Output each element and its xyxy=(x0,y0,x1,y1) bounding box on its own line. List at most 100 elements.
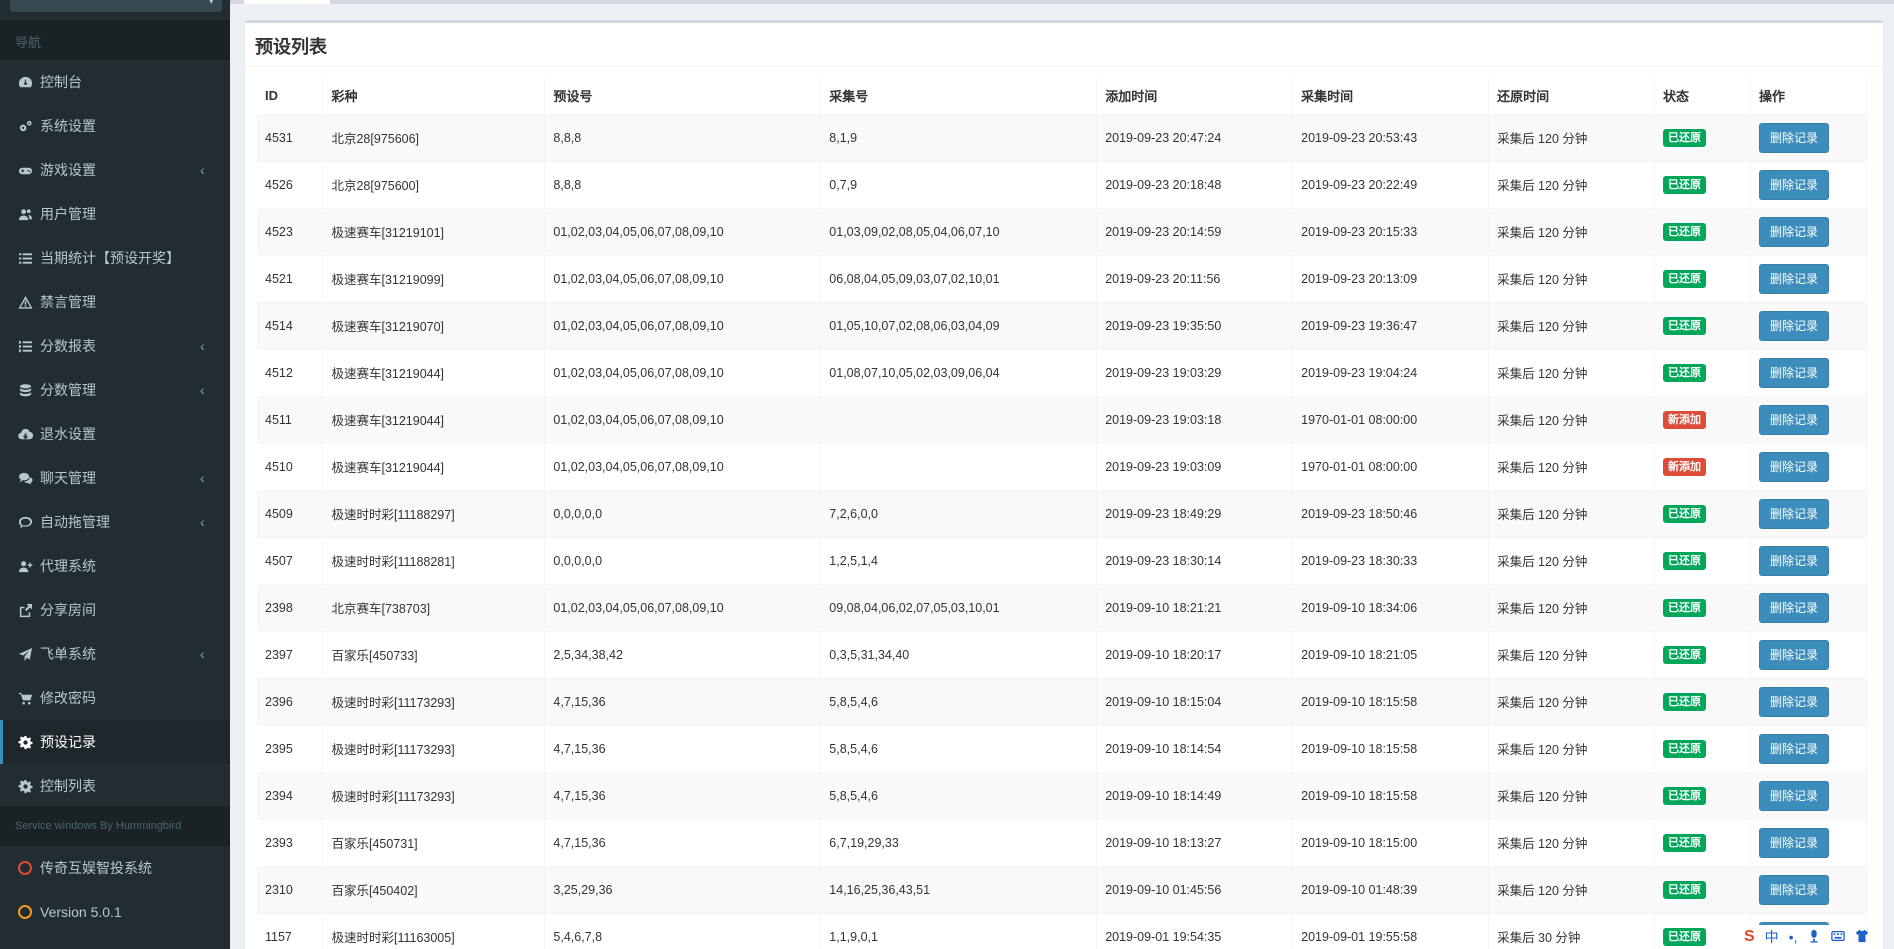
cell-added-time: 2019-09-23 18:30:14 xyxy=(1096,536,1294,584)
cell-restore-time: 采集后 120 分钟 xyxy=(1488,395,1656,443)
ime-lang-toggle[interactable]: 中 xyxy=(1765,927,1779,947)
status-badge: 已还原 xyxy=(1663,880,1707,899)
sidebar-item[interactable]: 聊天管理 ‹ xyxy=(0,456,230,500)
cell-id: 2396 xyxy=(257,677,324,725)
cell-restore-time: 采集后 120 分钟 xyxy=(1488,489,1656,537)
cell-collected: 5,8,5,4,6 xyxy=(820,724,1098,772)
chevron-left-icon: ‹ xyxy=(200,470,205,486)
delete-record-button[interactable]: 删除记录 xyxy=(1758,216,1829,247)
cell-collected: 0,7,9 xyxy=(820,160,1098,208)
delete-record-button[interactable]: 删除记录 xyxy=(1758,545,1829,576)
delete-record-button[interactable]: 删除记录 xyxy=(1758,310,1829,341)
delete-record-button[interactable]: 删除记录 xyxy=(1758,498,1829,529)
status-badge: 已还原 xyxy=(1663,222,1707,241)
comment-icon xyxy=(18,515,40,530)
sidebar-item-label: 修改密码 xyxy=(40,690,96,706)
cell-status: 新添加 xyxy=(1654,395,1751,443)
sidebar-item[interactable]: 禁言管理 xyxy=(0,280,230,324)
cell-status: 已还原 xyxy=(1654,724,1751,772)
cell-status: 已还原 xyxy=(1654,583,1751,631)
chevron-down-icon[interactable]: ▾ xyxy=(208,0,214,7)
keyboard-icon[interactable] xyxy=(1831,929,1846,946)
cell-id: 1157 xyxy=(257,912,324,949)
cell-added-time: 2019-09-10 18:15:04 xyxy=(1096,677,1294,725)
sidebar-item[interactable]: 系统设置 xyxy=(0,104,230,148)
cell-id: 4526 xyxy=(257,160,324,208)
circle-icon xyxy=(18,905,40,919)
delete-record-button[interactable]: 删除记录 xyxy=(1758,780,1829,811)
warning-icon xyxy=(18,295,40,310)
cell-added-time: 2019-09-23 20:11:56 xyxy=(1096,254,1294,302)
cell-preset: 0,0,0,0,0 xyxy=(544,489,822,537)
sidebar-item-label: 游戏设置 xyxy=(40,162,96,178)
sidebar-item[interactable]: 分数报表 ‹ xyxy=(0,324,230,368)
cell-action: 删除记录 xyxy=(1750,536,1868,584)
sidebar-item[interactable]: 分数管理 ‹ xyxy=(0,368,230,412)
delete-record-button[interactable]: 删除记录 xyxy=(1758,404,1829,435)
delete-record-button[interactable]: 删除记录 xyxy=(1758,733,1829,764)
delete-record-button[interactable]: 删除记录 xyxy=(1758,263,1829,294)
sidebar-item[interactable]: 用户管理 xyxy=(0,192,230,236)
cell-status: 已还原 xyxy=(1654,536,1751,584)
cell-action: 删除记录 xyxy=(1750,583,1868,631)
cell-preset: 2,5,34,38,42 xyxy=(544,630,822,678)
cell-restore-time: 采集后 30 分钟 xyxy=(1488,912,1656,949)
sidebar-service-header: Service windows By Hummingbird xyxy=(0,806,230,846)
cell-restore-time: 采集后 120 分钟 xyxy=(1488,865,1656,913)
cell-collect-time: 2019-09-23 20:13:09 xyxy=(1292,254,1490,302)
cell-id: 4523 xyxy=(257,207,324,255)
delete-record-button[interactable]: 删除记录 xyxy=(1758,451,1829,482)
cell-restore-time: 采集后 120 分钟 xyxy=(1488,536,1656,584)
cell-added-time: 2019-09-01 19:54:35 xyxy=(1096,912,1294,949)
cell-preset: 8,8,8 xyxy=(544,160,822,208)
delete-record-button[interactable]: 删除记录 xyxy=(1758,357,1829,388)
sidebar-item-label: 飞单系统 xyxy=(40,646,96,662)
cell-status: 已还原 xyxy=(1654,912,1751,949)
sidebar-service-item[interactable]: 传奇互娱智投系统 xyxy=(0,846,230,890)
top-tab-strip xyxy=(230,0,1894,4)
ime-punct-toggle[interactable]: •, xyxy=(1789,929,1798,945)
status-badge: 已还原 xyxy=(1663,833,1707,852)
ime-toolbar[interactable]: S 中 •, xyxy=(1740,925,1874,949)
sidebar-item[interactable]: 退水设置 xyxy=(0,412,230,456)
cell-collect-time: 1970-01-01 08:00:00 xyxy=(1292,395,1490,443)
delete-record-button[interactable]: 删除记录 xyxy=(1758,639,1829,670)
sidebar-service-item[interactable]: Version 5.0.1 xyxy=(0,890,230,934)
sidebar-item-label: 聊天管理 xyxy=(40,470,96,486)
shirt-icon[interactable] xyxy=(1855,929,1869,946)
sidebar-item[interactable]: 预设记录 xyxy=(0,720,230,764)
sidebar-item[interactable]: 修改密码 xyxy=(0,676,230,720)
cell-added-time: 2019-09-23 18:49:29 xyxy=(1096,489,1294,537)
sogou-logo-icon[interactable]: S xyxy=(1744,928,1755,946)
cell-added-time: 2019-09-10 18:14:54 xyxy=(1096,724,1294,772)
sidebar-item[interactable]: 当期统计【预设开奖】 xyxy=(0,236,230,280)
sidebar-item[interactable]: 代理系统 xyxy=(0,544,230,588)
cell-status: 已还原 xyxy=(1654,865,1751,913)
cell-id: 2395 xyxy=(257,724,324,772)
sidebar-search-box[interactable]: ▾ xyxy=(10,0,222,12)
cell-preset: 3,25,29,36 xyxy=(544,865,822,913)
table-row: 4511 极速赛车[31219044] 01,02,03,04,05,06,07,0… xyxy=(257,395,1868,443)
sidebar-item[interactable]: 自动拖管理 ‹ xyxy=(0,500,230,544)
cell-action: 删除记录 xyxy=(1750,489,1868,537)
cell-status: 已还原 xyxy=(1654,630,1751,678)
cell-lottery: 北京28[975606] xyxy=(322,113,546,161)
delete-record-button[interactable]: 删除记录 xyxy=(1758,592,1829,623)
delete-record-button[interactable]: 删除记录 xyxy=(1758,686,1829,717)
delete-record-button[interactable]: 删除记录 xyxy=(1758,122,1829,153)
delete-record-button[interactable]: 删除记录 xyxy=(1758,874,1829,905)
active-tab-marker[interactable] xyxy=(244,0,330,4)
sidebar-item[interactable]: 控制列表 xyxy=(0,764,230,808)
cell-preset: 01,02,03,04,05,06,07,08,09,10 xyxy=(544,301,822,349)
sidebar-item[interactable]: 游戏设置 ‹ xyxy=(0,148,230,192)
sidebar-item[interactable]: 控制台 xyxy=(0,60,230,104)
cell-added-time: 2019-09-10 18:20:17 xyxy=(1096,630,1294,678)
delete-record-button[interactable]: 删除记录 xyxy=(1758,169,1829,200)
cell-id: 4521 xyxy=(257,254,324,302)
sidebar-item[interactable]: 飞单系统 ‹ xyxy=(0,632,230,676)
microphone-icon[interactable] xyxy=(1807,929,1821,946)
cell-lottery: 极速赛车[31219044] xyxy=(322,395,546,443)
cell-preset: 01,02,03,04,05,06,07,08,09,10 xyxy=(544,583,822,631)
delete-record-button[interactable]: 删除记录 xyxy=(1758,827,1829,858)
sidebar-item[interactable]: 分享房间 xyxy=(0,588,230,632)
